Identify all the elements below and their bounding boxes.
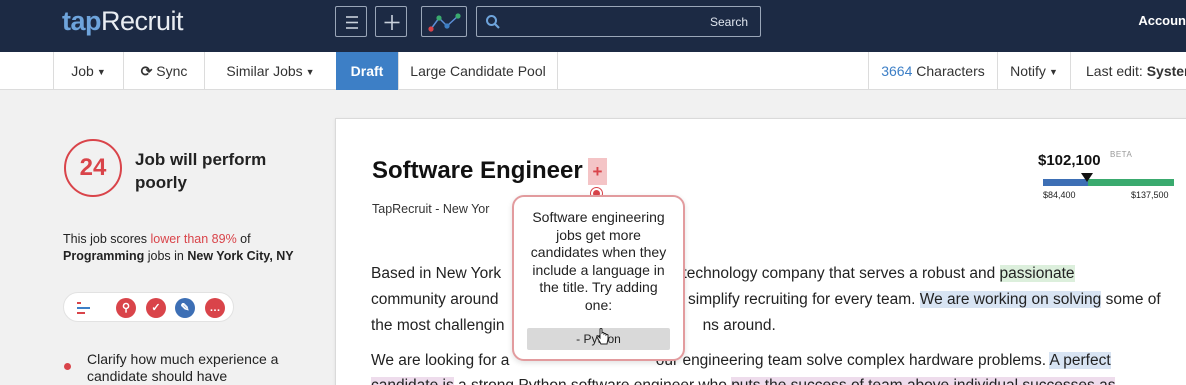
search-input[interactable]: Search	[476, 6, 761, 37]
chart-icon	[428, 13, 461, 32]
hand-cursor-icon	[596, 328, 609, 345]
highlighted-phrase[interactable]: A perfect	[1049, 352, 1111, 369]
salary-max: $137,500	[1131, 190, 1169, 200]
chevron-down-icon: ▼	[1048, 67, 1058, 77]
wrench-icon[interactable]: ✎	[175, 298, 195, 318]
sync-button[interactable]: ⟳ Sync	[123, 52, 204, 90]
analysis-filter-bar: ⚲ ✓ ✎ …	[63, 292, 234, 322]
job-title[interactable]: Software Engineer	[372, 157, 583, 185]
taprecruit-logo[interactable]: tapRecruit	[62, 6, 184, 37]
search-issue-icon[interactable]: ⚲	[116, 298, 136, 318]
highlighted-phrase[interactable]: We are working on solving	[919, 291, 1102, 308]
salary-marker-icon	[1081, 173, 1093, 182]
highlighted-phrase[interactable]: puts the success of team above individua…	[731, 377, 1116, 385]
large-candidate-pool-tab[interactable]: Large Candidate Pool	[398, 52, 558, 90]
job-toolbar: Job ▼ ⟳ Sync Similar Jobs ▼ Draft Large Ca…	[0, 52, 1186, 90]
analytics-button[interactable]	[421, 6, 467, 37]
score-comparison-text: This job scores lower than 89% of Progra…	[63, 232, 294, 263]
chevron-down-icon: ▼	[96, 67, 106, 77]
account-menu[interactable]: Accoun	[1138, 13, 1186, 28]
description-line: candidate is a strong Python software en…	[371, 377, 1116, 385]
salary-estimate: $102,100	[1038, 152, 1101, 169]
search-placeholder: Search	[709, 15, 748, 29]
bars-icon[interactable]	[76, 301, 92, 315]
performance-verdict: Job will perform poorly	[135, 150, 267, 192]
sync-icon: ⟳	[140, 63, 153, 79]
company-location-line: TapRecruit - New Yor	[372, 202, 490, 216]
title-suggestion-marker[interactable]: +	[588, 158, 607, 185]
description-line: community around to simplify recruiting …	[371, 291, 1161, 308]
improvement-tip[interactable]: Clarify how much experience a candidate …	[87, 351, 327, 385]
description-line: Based in New York owth technology compan…	[371, 265, 1075, 282]
add-button[interactable]	[375, 6, 407, 37]
beta-badge: BETA	[1110, 150, 1133, 159]
notify-menu[interactable]: Notify ▼	[997, 52, 1070, 90]
popup-message: Software engineering jobs get more candi…	[530, 209, 667, 313]
check-icon[interactable]: ✓	[146, 298, 166, 318]
menu-button[interactable]	[335, 6, 367, 37]
tip-bullet-icon	[64, 363, 71, 370]
salary-range-high	[1088, 179, 1174, 186]
top-navbar: tapRecruit Search Accoun	[0, 0, 1186, 52]
comment-icon[interactable]: …	[205, 298, 225, 318]
plus-icon	[384, 15, 400, 30]
job-menu[interactable]: Job ▼	[53, 52, 123, 90]
chevron-down-icon: ▼	[305, 67, 315, 77]
highlighted-phrase[interactable]: passionate	[999, 265, 1075, 282]
last-edit-status: Last edit: Systen	[1070, 52, 1186, 90]
draft-status-tab[interactable]: Draft	[336, 52, 398, 90]
menu-icon	[346, 16, 358, 29]
salary-min: $84,400	[1043, 190, 1076, 200]
similar-jobs-menu[interactable]: Similar Jobs ▼	[204, 52, 336, 90]
search-icon	[486, 15, 500, 29]
character-count: 3664 Characters	[868, 52, 997, 90]
highlighted-phrase[interactable]: candidate is	[371, 377, 454, 385]
job-score-circle: 24	[64, 139, 122, 197]
description-line: We are looking for a our engineering tea…	[371, 352, 1111, 369]
